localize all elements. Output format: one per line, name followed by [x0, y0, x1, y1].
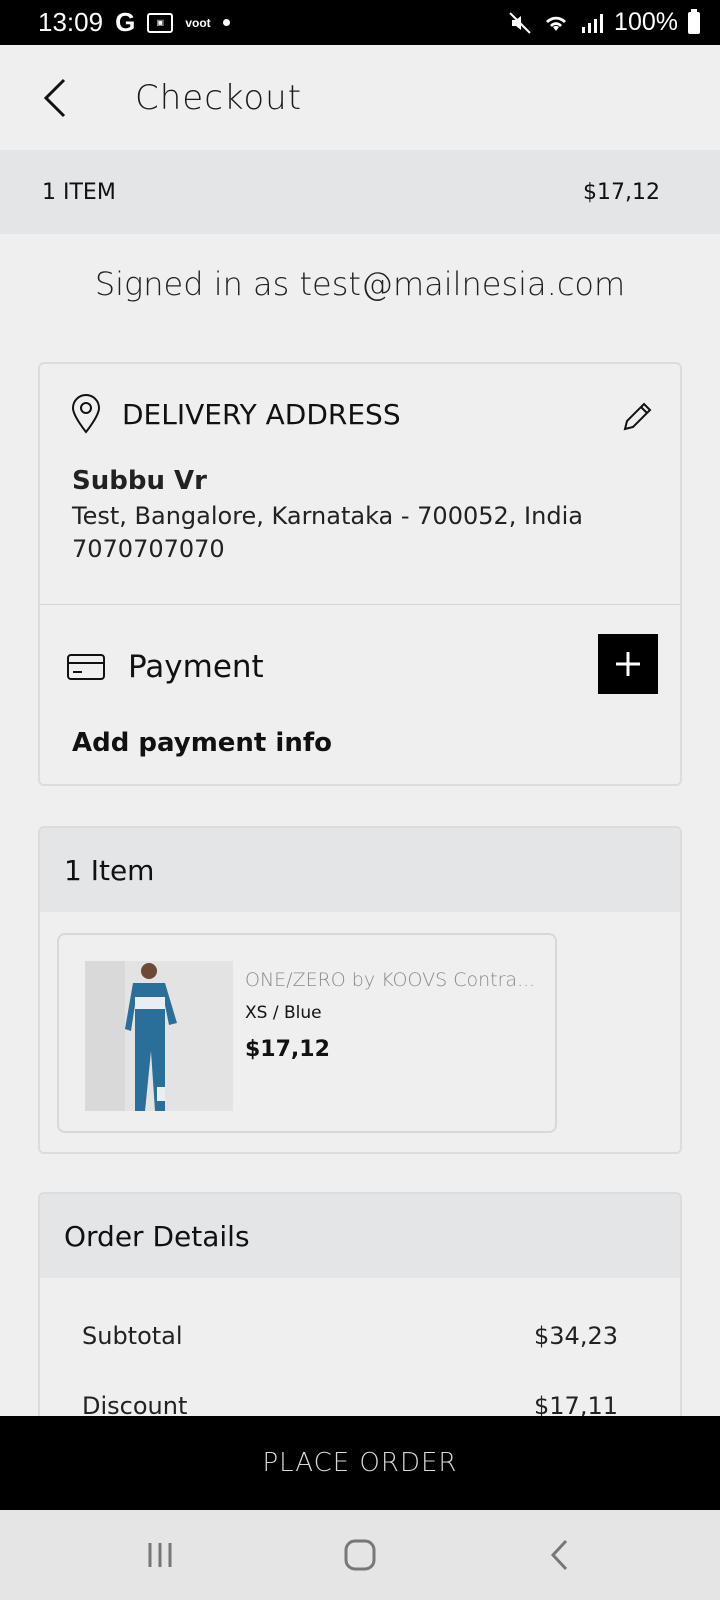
plus-icon	[616, 652, 640, 676]
signed-in-text: Signed in as test@mailnesia.com	[94, 265, 626, 303]
item-count: 1 ITEM	[42, 179, 116, 205]
mute-icon	[509, 11, 531, 34]
items-card: 1 Item ONE/ZERO by KOOVS Contra... XS / …	[38, 826, 682, 1154]
order-details-header: Order Details	[40, 1194, 680, 1278]
items-header: 1 Item	[40, 828, 680, 912]
delivery-payment-card: DELIVERY ADDRESS Subbu Vr Test, Bangalor…	[38, 362, 682, 786]
status-right: 100%	[508, 8, 700, 37]
status-time: 13:09	[38, 7, 104, 37]
subtotal-label: Subtotal	[82, 1322, 183, 1350]
location-pin-icon	[71, 394, 101, 434]
signal-icon	[582, 13, 604, 33]
credit-card-icon	[67, 654, 105, 680]
product-image	[85, 961, 233, 1111]
home-button[interactable]	[320, 1525, 400, 1585]
order-summary-bar: 1 ITEM $17,12	[0, 150, 720, 234]
recent-apps-button[interactable]	[120, 1525, 200, 1585]
payment-title: Payment	[128, 649, 264, 685]
notification-icon: ▣	[147, 12, 174, 33]
page-title: Checkout	[135, 77, 303, 118]
add-payment-info-link[interactable]: Add payment info	[72, 728, 332, 758]
subtotal-row: Subtotal $34,23	[82, 1322, 618, 1350]
place-order-button[interactable]: PLACE ORDER	[0, 1416, 720, 1510]
app-bar: Checkout	[0, 45, 720, 150]
pencil-icon	[623, 402, 652, 431]
google-icon: G	[115, 7, 136, 37]
product-name: ONE/ZERO by KOOVS Contra...	[245, 969, 536, 991]
payment-header: Payment	[66, 649, 264, 685]
recent-apps-icon	[148, 1543, 172, 1567]
home-icon	[344, 1539, 376, 1571]
order-details-card: Order Details Subtotal $34,23 Discount $…	[38, 1192, 682, 1452]
wifi-icon	[546, 16, 567, 31]
product-card[interactable]: ONE/ZERO by KOOVS Contra... XS / Blue $1…	[57, 933, 557, 1133]
voot-icon: voot	[185, 15, 211, 30]
product-variant: XS / Blue	[245, 1003, 322, 1023]
back-icon	[550, 1539, 568, 1571]
more-notifications-icon	[222, 19, 230, 26]
back-button[interactable]	[25, 68, 85, 128]
system-nav-bar	[0, 1510, 720, 1600]
divider	[40, 604, 680, 605]
product-price: $17,12	[245, 1037, 330, 1062]
order-total: $17,12	[583, 179, 660, 205]
address-line: Test, Bangalore, Karnataka - 700052, Ind…	[72, 502, 583, 530]
add-payment-button[interactable]	[598, 634, 658, 694]
phone-number: 7070707070	[72, 535, 225, 563]
recipient-name: Subbu Vr	[72, 466, 207, 496]
status-bar: 13:09 G ▣ voot 100%	[0, 0, 720, 45]
delivery-title: DELIVERY ADDRESS	[122, 397, 401, 431]
system-back-button[interactable]	[520, 1525, 600, 1585]
subtotal-value: $34,23	[534, 1322, 618, 1350]
battery-percent: 100%	[614, 8, 678, 36]
chevron-left-icon	[43, 78, 66, 117]
delivery-header: DELIVERY ADDRESS	[70, 394, 401, 434]
status-left: 13:09 G ▣ voot	[38, 7, 230, 38]
battery-icon	[688, 8, 700, 34]
edit-address-button[interactable]	[620, 400, 654, 434]
